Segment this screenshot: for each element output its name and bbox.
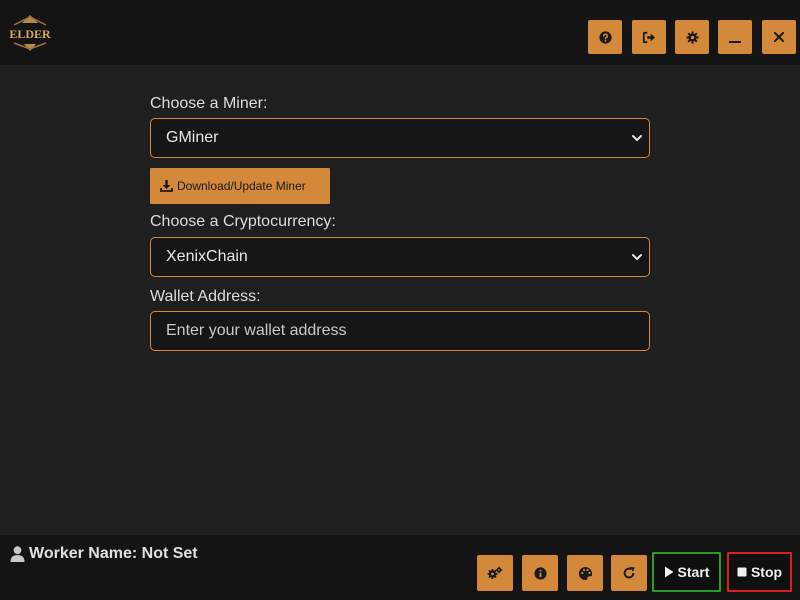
chevron-down-icon bbox=[632, 254, 642, 261]
palette-icon bbox=[578, 566, 592, 580]
header-bar: ELDER bbox=[0, 0, 800, 65]
minimize-button[interactable] bbox=[718, 20, 752, 54]
refresh-button[interactable] bbox=[611, 555, 647, 591]
start-label: Start bbox=[677, 564, 710, 580]
download-miner-label: Download/Update Miner bbox=[177, 179, 306, 193]
wallet-address-placeholder: Enter your wallet address bbox=[166, 322, 347, 339]
footer-bar: Worker Name: Not Set Start Stop bbox=[0, 535, 800, 600]
miner-select[interactable]: GMiner bbox=[150, 118, 650, 158]
play-icon bbox=[664, 566, 674, 578]
sign-out-icon bbox=[642, 31, 656, 43]
redo-icon bbox=[623, 566, 635, 579]
elder-logo: ELDER bbox=[8, 13, 52, 53]
crypto-select-value: XenixChain bbox=[166, 248, 248, 265]
crypto-label: Choose a Cryptocurrency: bbox=[150, 213, 336, 230]
gear-icon bbox=[685, 30, 699, 44]
close-icon bbox=[774, 32, 784, 42]
user-icon bbox=[10, 546, 25, 562]
stop-label: Stop bbox=[750, 564, 783, 580]
stop-button[interactable]: Stop bbox=[727, 552, 792, 592]
miner-label: Choose a Miner: bbox=[150, 95, 268, 112]
settings-button[interactable] bbox=[675, 20, 709, 54]
wallet-label: Wallet Address: bbox=[150, 288, 261, 305]
wallet-address-input[interactable]: Enter your wallet address bbox=[150, 311, 650, 351]
download-miner-button[interactable]: Download/Update Miner bbox=[150, 168, 330, 204]
close-button[interactable] bbox=[762, 20, 796, 54]
info-button[interactable] bbox=[522, 555, 558, 591]
theme-button[interactable] bbox=[567, 555, 603, 591]
info-circle-icon bbox=[533, 566, 547, 580]
minimize-icon bbox=[729, 41, 741, 43]
app-window: ELDER Choose a Miner: GMiner Download/Up… bbox=[0, 0, 800, 600]
chevron-down-icon bbox=[632, 135, 642, 142]
crypto-select[interactable]: XenixChain bbox=[150, 237, 650, 277]
help-button[interactable] bbox=[588, 20, 622, 54]
logout-button[interactable] bbox=[632, 20, 666, 54]
download-icon bbox=[160, 180, 173, 192]
advanced-settings-button[interactable] bbox=[477, 555, 513, 591]
miner-select-value: GMiner bbox=[166, 129, 219, 146]
start-button[interactable]: Start bbox=[652, 552, 721, 592]
worker-name-label: Worker Name: Not Set bbox=[29, 545, 198, 562]
worker-name: Worker Name: Not Set bbox=[10, 545, 198, 563]
stop-icon bbox=[737, 567, 747, 577]
gears-icon bbox=[487, 566, 503, 579]
logo-text: ELDER bbox=[9, 27, 51, 41]
question-circle-icon bbox=[598, 30, 612, 44]
